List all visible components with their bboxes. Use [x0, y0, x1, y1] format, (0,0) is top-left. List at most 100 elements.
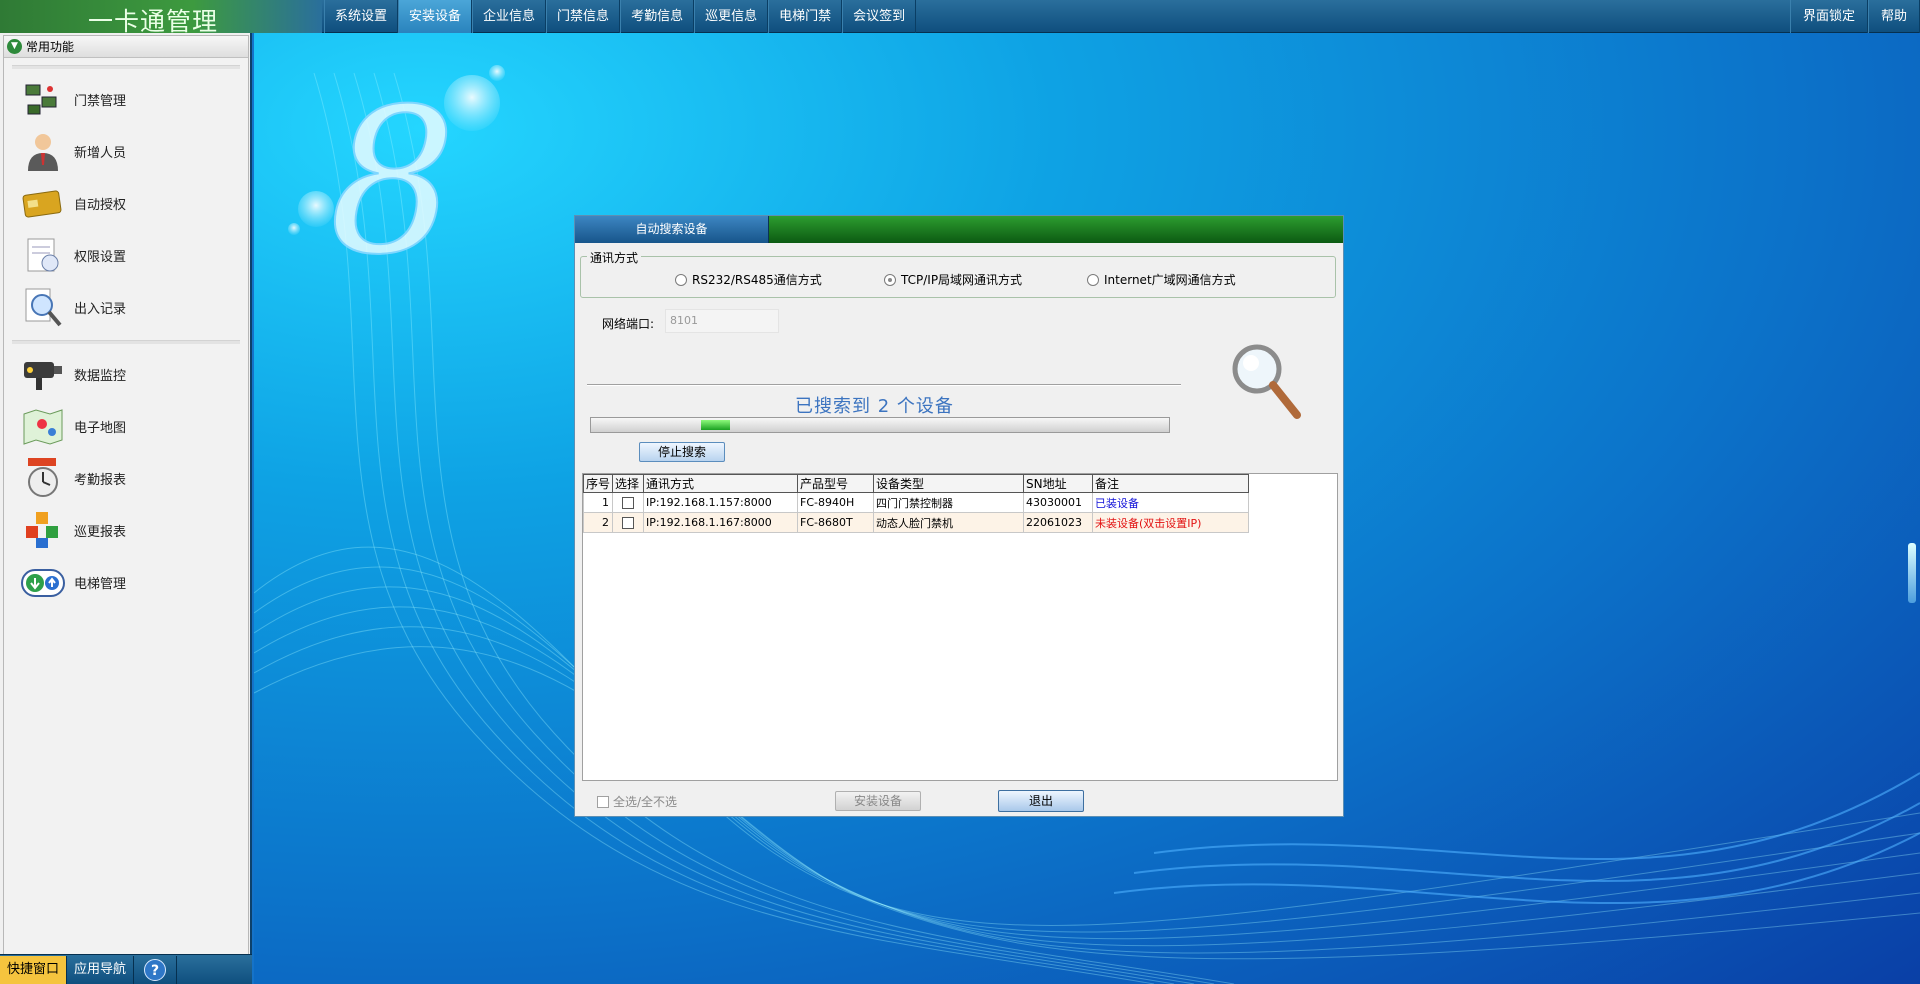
select-all-checkbox[interactable]: 全选/全不选: [597, 793, 677, 810]
sidebar-item-label: 电子地图: [74, 420, 127, 436]
dialog-title: 自动搜索设备: [575, 216, 769, 243]
row-sn: 43030001: [1023, 492, 1093, 513]
sidebar-item-attendance-report[interactable]: 考勤报表: [4, 452, 248, 504]
port-input[interactable]: 8101: [665, 309, 779, 333]
comm-mode-group: 通讯方式 RS232/RS485通信方式 TCP/IP局域网通讯方式 Inter…: [580, 249, 1336, 298]
permission-icon: [27, 238, 59, 272]
radio-rs232-label: RS232/RS485通信方式: [692, 273, 822, 287]
sidebar-item-add-person[interactable]: 新增人员: [4, 125, 248, 177]
menu-meeting-checkin[interactable]: 会议签到: [842, 0, 917, 33]
sidebar-item-access-control[interactable]: 门禁管理: [4, 73, 248, 125]
sidebar-header-label: 常用功能: [26, 40, 75, 54]
menu-install-device[interactable]: 安装设备: [398, 0, 473, 33]
col-note: 备注: [1092, 474, 1249, 493]
sidebar-item-label: 自动授权: [74, 197, 127, 213]
row-comm: IP:192.168.1.157:8000: [643, 492, 798, 513]
row-select[interactable]: [612, 512, 644, 533]
radio-internet-dot[interactable]: [1087, 273, 1099, 286]
access-control-icon: [25, 84, 57, 115]
left-panel: ▼ 常用功能 门禁管理 新增人员 自动授权 权限设置 出入记录 数据监控 电子地…: [0, 33, 252, 984]
divider: [12, 65, 240, 69]
sidebar-item-label: 巡更报表: [74, 524, 127, 540]
row-note: 已装设备: [1092, 492, 1249, 513]
exit-button[interactable]: 退出: [998, 790, 1084, 812]
port-label: 网络端口:: [602, 317, 655, 331]
radio-tcpip[interactable]: TCP/IP局域网通讯方式: [884, 271, 1022, 288]
row-note: 未装设备(双击设置IP): [1092, 512, 1249, 533]
person-icon: [28, 134, 58, 171]
row-seq: 1: [583, 492, 613, 513]
col-comm: 通讯方式: [643, 474, 798, 493]
sidebar-header[interactable]: ▼ 常用功能: [4, 36, 248, 58]
sidebar-footer-tabs: 快捷窗口 应用导航 ?: [0, 954, 252, 984]
col-seq: 序号: [583, 474, 613, 493]
menu-system-settings[interactable]: 系统设置: [324, 0, 399, 33]
help-button[interactable]: 帮助: [1867, 0, 1920, 33]
sidebar-item-permission[interactable]: 权限设置: [4, 229, 248, 281]
radio-rs232-dot[interactable]: [675, 273, 687, 286]
row-type: 四门门禁控制器: [873, 492, 1024, 513]
sidebar-item-label: 门禁管理: [74, 93, 127, 109]
sidebar-item-elevator[interactable]: 电梯管理: [4, 556, 248, 608]
tab-app-navigation[interactable]: 应用导航: [67, 956, 135, 984]
row-checkbox[interactable]: [622, 497, 634, 509]
table-row[interactable]: 2 IP:192.168.1.167:8000 FC-8680T 动态人脸门禁机…: [583, 512, 1249, 533]
tab-shortcut-window[interactable]: 快捷窗口: [0, 956, 68, 984]
menu-elevator-access[interactable]: 电梯门禁: [768, 0, 843, 33]
sidebar-item-label: 数据监控: [74, 368, 127, 384]
row-type: 动态人脸门禁机: [873, 512, 1024, 533]
elevator-icon: [21, 569, 65, 597]
search-divider: [587, 384, 1181, 386]
table-row[interactable]: 1 IP:192.168.1.157:8000 FC-8940H 四门门禁控制器…: [583, 492, 1249, 513]
divider: [12, 340, 240, 344]
app-logo: 一卡通管理: [0, 0, 322, 36]
sidebar-item-access-record[interactable]: 出入记录: [4, 281, 248, 333]
row-sn: 22061023: [1023, 512, 1093, 533]
col-select: 选择: [612, 474, 644, 493]
radio-tcpip-dot[interactable]: [884, 273, 896, 286]
row-checkbox[interactable]: [622, 517, 634, 529]
sidebar-item-label: 电梯管理: [74, 576, 127, 592]
radio-rs232[interactable]: RS232/RS485通信方式: [675, 271, 822, 288]
select-all-box[interactable]: [597, 795, 609, 808]
col-sn: SN地址: [1023, 474, 1093, 493]
cubes-icon: [26, 512, 58, 548]
tab-help[interactable]: ?: [134, 956, 178, 984]
help-icon[interactable]: ?: [144, 959, 167, 981]
lock-interface-button[interactable]: 界面锁定: [1789, 0, 1868, 33]
stop-search-button[interactable]: 停止搜索: [639, 442, 725, 462]
search-progress-fill: [701, 420, 730, 430]
radio-internet-label: Internet广域网通信方式: [1104, 273, 1236, 287]
sidebar-item-patrol-report[interactable]: 巡更报表: [4, 504, 248, 556]
edge-scroll-handle[interactable]: [1908, 543, 1916, 603]
sidebar-item-label: 新增人员: [74, 145, 127, 161]
top-bar: 一卡通管理 系统设置 安装设备 企业信息 门禁信息 考勤信息 巡更信息 电梯门禁…: [0, 0, 1920, 36]
row-select[interactable]: [612, 492, 644, 513]
collapse-icon[interactable]: ▼: [7, 39, 22, 54]
auto-search-device-dialog: 自动搜索设备 通讯方式 RS232/RS485通信方式 TCP/IP局域网通讯方…: [574, 215, 1344, 817]
clock-icon: [28, 458, 58, 497]
sidebar-item-data-monitor[interactable]: 数据监控: [4, 348, 248, 400]
menu-access-info[interactable]: 门禁信息: [546, 0, 621, 33]
map-icon: [23, 409, 63, 445]
menu-attendance-info[interactable]: 考勤信息: [620, 0, 695, 33]
col-type: 设备类型: [873, 474, 1024, 493]
row-model: FC-8680T: [797, 512, 874, 533]
menu-patrol-info[interactable]: 巡更信息: [694, 0, 769, 33]
top-right-menu: 界面锁定 帮助: [1789, 0, 1920, 33]
comm-mode-label: 通讯方式: [587, 249, 642, 266]
magnifier-doc-icon: [25, 288, 62, 327]
col-model: 产品型号: [797, 474, 874, 493]
sidebar-item-e-map[interactable]: 电子地图: [4, 400, 248, 452]
row-seq: 2: [583, 512, 613, 533]
search-status: 已搜索到 2 个设备: [795, 396, 954, 417]
menu-enterprise-info[interactable]: 企业信息: [472, 0, 547, 33]
svg-text:8: 8: [329, 66, 456, 299]
sidebar-item-auto-auth[interactable]: 自动授权: [4, 177, 248, 229]
row-comm: IP:192.168.1.167:8000: [643, 512, 798, 533]
install-device-button[interactable]: 安装设备: [835, 791, 921, 811]
shortcut-panel: ▼ 常用功能 门禁管理 新增人员 自动授权 权限设置 出入记录 数据监控 电子地…: [3, 35, 249, 955]
magnifier-icon: [1232, 344, 1301, 419]
sidebar-item-label: 权限设置: [74, 249, 127, 265]
radio-internet[interactable]: Internet广域网通信方式: [1087, 271, 1236, 288]
